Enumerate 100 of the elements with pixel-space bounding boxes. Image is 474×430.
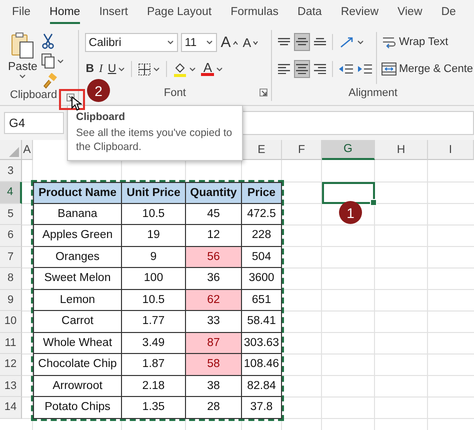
wrap-text-button[interactable]: Wrap Text: [380, 33, 474, 51]
tooltip-title: Clipboard: [76, 111, 126, 123]
table-cell: 58.41: [242, 311, 282, 332]
row-header[interactable]: 13: [0, 376, 22, 397]
column-header[interactable]: F: [282, 140, 322, 160]
ribbon-tab[interactable]: Insert: [99, 0, 128, 26]
table-cell: 9: [122, 246, 186, 268]
row-header[interactable]: 8: [0, 268, 22, 290]
dialog-launcher-icon[interactable]: [66, 93, 75, 102]
ribbon-tab[interactable]: File: [12, 0, 31, 26]
table-cell: 37.8: [242, 397, 282, 418]
table-cell: 12: [186, 225, 242, 246]
table-cell: 472.5: [242, 204, 282, 225]
scissors-icon[interactable]: [41, 33, 56, 49]
align-center-icon: [296, 64, 308, 74]
table-cell: Apples Green: [33, 225, 122, 246]
name-box[interactable]: G4: [4, 112, 64, 134]
decrease-indent-icon[interactable]: [338, 62, 354, 76]
row-header[interactable]: 12: [0, 354, 22, 376]
table-cell: 45: [186, 204, 242, 225]
table-cell: 38: [186, 376, 242, 397]
table-cell: 1.35: [122, 397, 186, 418]
tooltip-text: See all the items you've copied to the Clipboard.: [76, 126, 234, 154]
column-header[interactable]: I: [428, 140, 474, 160]
row-header[interactable]: 4: [0, 182, 22, 204]
group-label: Alignment: [348, 86, 398, 98]
bold-button[interactable]: B: [84, 60, 96, 78]
table-cell: Banana: [33, 204, 122, 225]
caret-icon: [189, 66, 196, 72]
dialog-launcher-icon[interactable]: [259, 88, 268, 97]
align-right-icon: [314, 64, 326, 74]
table-cell: 28: [186, 397, 242, 418]
table-cell: 228: [242, 225, 282, 246]
caret-icon: [206, 40, 213, 45]
copy-icon[interactable]: [41, 53, 66, 69]
column-header[interactable]: E: [242, 140, 282, 160]
row-header[interactable]: 7: [0, 246, 22, 268]
table-cell: 19: [122, 225, 186, 246]
table-cell: Lemon: [33, 290, 122, 311]
ribbon-tab[interactable]: De: [441, 0, 456, 26]
paste-button[interactable]: Paste: [0, 30, 42, 89]
ribbon-tab[interactable]: Home: [50, 0, 80, 26]
caret-down-icon: [253, 40, 258, 44]
wrap-text-icon: [381, 34, 398, 50]
caret-icon: [357, 40, 364, 44]
align-bottom-icon: [314, 38, 326, 46]
ribbon-tab[interactable]: Review: [340, 0, 379, 26]
ribbon-tab[interactable]: View: [398, 0, 422, 26]
row-header[interactable]: 3: [0, 160, 22, 182]
ribbon-tab[interactable]: Data: [298, 0, 322, 26]
row-header[interactable]: 6: [0, 225, 22, 246]
merge-cells-icon: [381, 62, 398, 76]
align-button[interactable]: [294, 33, 310, 51]
row-header[interactable]: 14: [0, 397, 22, 418]
table-cell: 1.77: [122, 311, 186, 332]
table-cell: 2.18: [122, 376, 186, 397]
font-size-field[interactable]: 11: [180, 33, 217, 52]
row-header[interactable]: 5: [0, 204, 22, 225]
table-cell: 3600: [242, 268, 282, 290]
caret-icon: [216, 66, 224, 72]
column-header[interactable]: H: [375, 140, 428, 160]
table-cell: 10.5: [122, 204, 186, 225]
shrink-font-button[interactable]: A: [242, 34, 260, 52]
table-cell: 108.46: [242, 354, 282, 376]
font-name-field[interactable]: Calibri: [84, 33, 178, 52]
row-header[interactable]: 9: [0, 290, 22, 311]
column-header[interactable]: G: [322, 140, 375, 160]
underline-button[interactable]: U: [106, 60, 126, 78]
align-button[interactable]: [294, 60, 310, 78]
caret-icon: [153, 66, 160, 72]
column-heading: Quantity: [186, 182, 242, 204]
table-cell: 33: [186, 311, 242, 332]
table-cell: 504: [242, 246, 282, 268]
caret-icon: [118, 66, 126, 72]
clipboard-icon: [10, 32, 35, 60]
column-heading: Product Name: [33, 182, 122, 204]
table-cell: 62: [186, 290, 242, 311]
table-cell: Potato Chips: [33, 397, 122, 418]
column-header[interactable]: A: [22, 140, 33, 160]
table-cell: 3.49: [122, 332, 186, 354]
format-painter-icon[interactable]: [41, 73, 58, 89]
row-header[interactable]: 10: [0, 311, 22, 332]
caret-up-icon: [232, 40, 238, 44]
increase-indent-icon[interactable]: [357, 62, 374, 76]
table-cell: Chocolate Chip: [33, 354, 122, 376]
merge-center-button[interactable]: Merge & Cente: [380, 60, 474, 78]
font-color-button[interactable]: A: [200, 60, 224, 78]
group-label: Font: [164, 86, 186, 98]
table-cell: Carrot: [33, 311, 122, 332]
table-cell: 10.5: [122, 290, 186, 311]
ribbon-tab[interactable]: Page Layout: [146, 0, 212, 26]
row-header[interactable]: 11: [0, 332, 22, 354]
italic-button[interactable]: I: [98, 60, 104, 78]
grow-font-button[interactable]: A: [220, 34, 239, 52]
table-cell: 87: [186, 332, 242, 354]
align-top-icon: [278, 38, 290, 46]
table-cell: Oranges: [33, 246, 122, 268]
ribbon-tab[interactable]: Formulas: [230, 0, 279, 26]
table-cell: 82.84: [242, 376, 282, 397]
table-cell: Whole Wheat: [33, 332, 122, 354]
